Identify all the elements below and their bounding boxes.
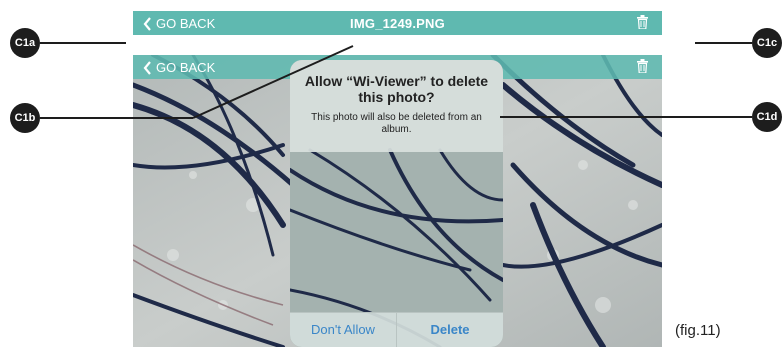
callout-c1c: C1c <box>752 28 782 58</box>
callout-leader-lines <box>40 42 752 119</box>
callout-c1d: C1d <box>752 102 782 132</box>
callout-c1b: C1b <box>10 103 40 133</box>
callout-c1a: C1a <box>10 28 40 58</box>
figure-caption: (fig.11) <box>675 322 721 339</box>
